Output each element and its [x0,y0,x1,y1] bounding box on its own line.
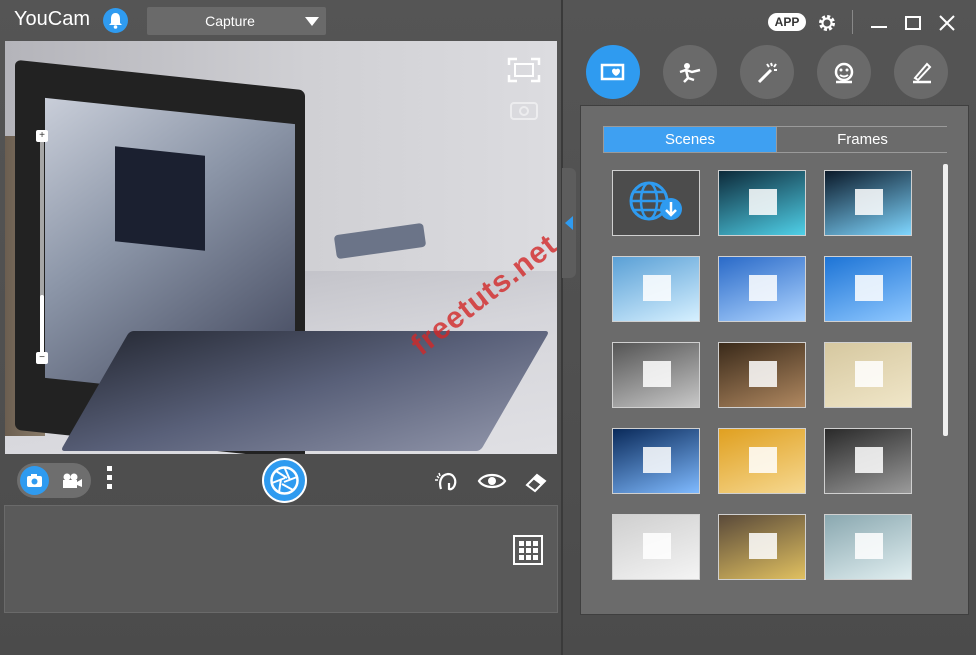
minimize-icon[interactable] [868,12,890,34]
preview-laptop-window [115,146,205,251]
scene-placeholder-area [749,533,777,559]
scene-thumbnail[interactable] [718,342,806,408]
scene-placeholder-area [749,361,777,387]
brush-icon[interactable] [894,45,948,99]
capture-pane: YouCam Capture freetuts.net + − [0,0,562,655]
preview-laptop-keyboard [60,331,550,451]
scene-placeholder-area [643,447,671,473]
scene-placeholder-area [855,447,883,473]
zoom-slider[interactable]: + − [36,130,48,364]
scene-placeholder-area [855,361,883,387]
scene-thumbnail[interactable] [824,428,912,494]
zoom-fill [40,295,44,356]
scene-placeholder-area [749,447,777,473]
effects-tabs: Scenes Frames [603,126,948,153]
panel-scrollbar[interactable] [943,164,948,436]
youcam-window: YouCam Capture freetuts.net + − APP Scen… [0,0,976,655]
mode-select[interactable]: Capture [147,7,326,35]
scene-thumbnail[interactable] [718,256,806,322]
notification-bell-icon[interactable] [103,8,128,33]
camera-switch-icon[interactable] [507,97,541,123]
video-mode-icon[interactable] [61,472,83,490]
gear-icon[interactable] [816,12,838,34]
zoom-in-icon[interactable]: + [36,130,48,142]
tab-frames[interactable]: Frames [776,127,948,152]
mode-select-value: Capture [205,13,255,29]
scene-thumbnail[interactable] [612,514,700,580]
captured-media-gallery[interactable] [4,505,558,613]
scene-thumbnail[interactable] [824,514,912,580]
scene-placeholder-area [643,533,671,559]
shutter-button[interactable] [262,458,307,503]
scene-placeholder-area [643,361,671,387]
eye-icon[interactable] [477,469,507,493]
fullscreen-icon[interactable] [507,57,541,83]
scene-thumbnail[interactable] [824,342,912,408]
close-icon[interactable] [936,12,958,34]
effects-panel: Scenes Frames [580,105,969,615]
more-options-icon[interactable] [106,466,114,494]
photo-mode-icon[interactable] [20,466,49,495]
scene-thumbnail[interactable] [612,428,700,494]
camera-preview[interactable]: freetuts.net + − [5,41,557,454]
scene-placeholder-area [855,189,883,215]
scene-thumbnail[interactable] [612,256,700,322]
app-button[interactable]: APP [768,13,806,31]
scene-thumbnail[interactable] [718,170,806,236]
title-separator [852,10,853,34]
effects-pane: APP Scenes Frames [563,0,976,655]
maximize-icon[interactable] [902,12,924,34]
scene-placeholder-area [855,533,883,559]
scene-thumbnail[interactable] [824,256,912,322]
scene-placeholder-area [643,275,671,301]
face-distortion-icon[interactable] [817,45,871,99]
download-scenes-icon[interactable] [612,170,700,236]
grid-view-icon[interactable] [513,535,543,565]
scenes-icon[interactable] [586,45,640,99]
zoom-out-icon[interactable]: − [36,352,48,364]
scene-thumbnail[interactable] [824,170,912,236]
tab-scenes[interactable]: Scenes [604,127,776,152]
eraser-icon[interactable] [523,469,551,493]
scene-placeholder-area [749,189,777,215]
scene-thumbnail[interactable] [718,514,806,580]
photo-video-toggle[interactable] [17,463,91,498]
app-title: YouCam [14,8,90,30]
scene-placeholder-area [749,275,777,301]
chevron-down-icon [305,17,319,26]
face-beautify-icon[interactable] [433,469,461,493]
avatar-icon[interactable] [663,45,717,99]
scene-thumbnail[interactable] [718,428,806,494]
scene-thumbnail[interactable] [612,342,700,408]
scene-placeholder-area [855,275,883,301]
magic-wand-icon[interactable] [740,45,794,99]
